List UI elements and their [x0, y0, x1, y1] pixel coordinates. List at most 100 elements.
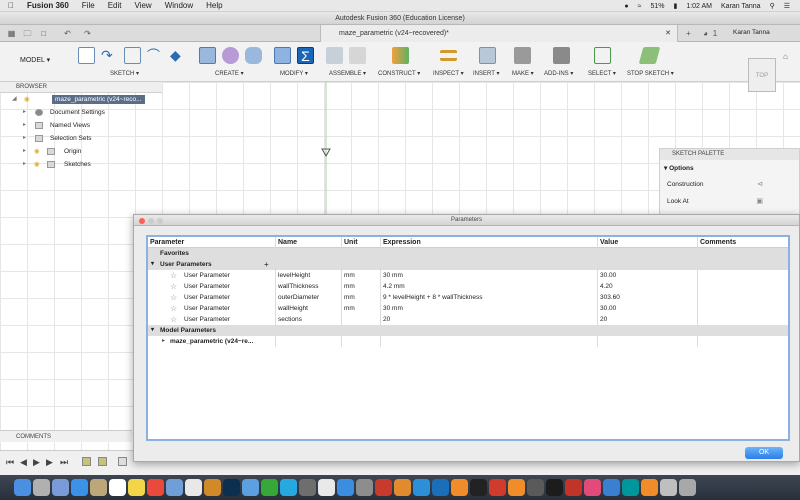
group-sketch[interactable]: SKETCH ▾ — [110, 70, 139, 77]
photoshop-icon[interactable] — [223, 479, 240, 496]
row-comments[interactable] — [698, 281, 792, 292]
group-construct[interactable]: CONSTRUCT ▾ — [378, 70, 420, 77]
stop-sketch-icon[interactable] — [638, 47, 661, 64]
measure-icon[interactable] — [440, 50, 457, 61]
table-row[interactable]: ☆ User Parameter outerDiameter mm 9 * le… — [148, 292, 788, 303]
expand-icon[interactable]: ▸ — [23, 145, 26, 158]
first-step-icon[interactable]: ⏮ — [6, 457, 14, 468]
menu-app-name[interactable]: Fusion 360 — [27, 1, 69, 10]
header-parameter[interactable]: Parameter — [148, 237, 276, 248]
row-unit[interactable] — [342, 314, 381, 325]
table-row[interactable]: ☆ User Parameter wallHeight mm 30 mm 30.… — [148, 303, 788, 314]
search-icon[interactable]: ⚲ — [770, 2, 775, 10]
scripts-icon[interactable] — [553, 47, 570, 64]
table-row[interactable]: ☆ User Parameter levelHeight mm 30 mm 30… — [148, 270, 788, 281]
row-comments[interactable] — [698, 314, 792, 325]
list-icon[interactable]: ☰ — [784, 2, 790, 10]
palette-row-construction[interactable]: Construction ⊲ — [660, 176, 799, 193]
sourcetree-icon[interactable] — [394, 479, 411, 496]
autocad-icon[interactable] — [375, 479, 392, 496]
fusion-dock-icon-3[interactable] — [641, 479, 658, 496]
fusion-dock-icon-2[interactable] — [508, 479, 525, 496]
browser-item-sketches[interactable]: ▸ ◉ Sketches — [0, 158, 162, 171]
fusion-dock-icon[interactable] — [451, 479, 468, 496]
app-store-icon[interactable] — [337, 479, 354, 496]
header-name[interactable]: Name — [276, 237, 342, 248]
plane-icon[interactable] — [392, 47, 409, 64]
comments-panel[interactable]: COMMENTS — [0, 430, 132, 442]
palette-row-look-at[interactable]: Look At ▣ — [660, 193, 799, 210]
as-built-joint-icon[interactable] — [349, 47, 366, 64]
downloads-icon[interactable] — [660, 479, 677, 496]
row-expression[interactable]: 9 * levelHeight + 8 * wallThickness — [381, 292, 598, 303]
calendar-icon[interactable] — [109, 479, 126, 496]
account-name[interactable]: Karan Tanna — [733, 29, 770, 36]
grid-icon[interactable]: ▦ — [6, 28, 17, 39]
lightbulb-icon[interactable]: ◉ — [24, 93, 30, 106]
row-name[interactable]: wallHeight — [276, 303, 342, 314]
system-prefs-icon[interactable] — [356, 479, 373, 496]
browser-item-named-views[interactable]: ▸ Named Views — [0, 119, 162, 132]
folder-icon[interactable]: 🗀 — [22, 28, 33, 39]
previous-step-icon[interactable]: ◀ — [20, 457, 27, 468]
browser-header[interactable]: BROWSER — [0, 82, 162, 93]
row-name[interactable]: levelHeight — [276, 270, 342, 281]
insert-image-icon[interactable] — [479, 47, 496, 64]
menu-window[interactable]: Window — [165, 1, 193, 10]
row-unit[interactable]: mm — [342, 303, 381, 314]
maximize-icon[interactable] — [157, 218, 163, 224]
cylinder-icon[interactable] — [245, 47, 262, 64]
row-unit[interactable]: mm — [342, 281, 381, 292]
rectangle-icon[interactable] — [124, 47, 141, 64]
sphere-icon[interactable] — [222, 47, 239, 64]
skype-dock-icon[interactable] — [413, 479, 430, 496]
group-create[interactable]: CREATE ▾ — [215, 70, 244, 77]
group-select[interactable]: SELECT ▾ — [588, 70, 616, 77]
row-name[interactable]: outerDiameter — [276, 292, 342, 303]
header-value[interactable]: Value — [598, 237, 698, 248]
row-comments[interactable] — [698, 270, 792, 281]
row-expression[interactable]: 30 mm — [381, 270, 598, 281]
battery-percent[interactable]: 51% — [650, 3, 664, 10]
chrome-icon[interactable] — [147, 479, 164, 496]
close-tab-icon[interactable]: ✕ — [665, 25, 671, 42]
facetime-icon[interactable] — [280, 479, 297, 496]
row-comments[interactable] — [698, 303, 792, 314]
minimize-icon[interactable] — [148, 218, 154, 224]
next-step-icon[interactable]: ▶ — [46, 457, 53, 468]
wifi-icon[interactable]: ≈ — [638, 3, 642, 10]
browser-root[interactable]: ◢ ◉ maze_parametric (v24~reco... — [0, 93, 162, 106]
tab-document[interactable]: maze_parametric (v24~recovered)* ✕ — [320, 25, 678, 42]
messages-icon[interactable] — [261, 479, 278, 496]
siri-icon[interactable] — [52, 479, 69, 496]
workspace-switcher[interactable]: MODEL ▾ — [20, 56, 50, 64]
group-inspect[interactable]: INSPECT ▾ — [433, 70, 464, 77]
photos-icon[interactable] — [242, 479, 259, 496]
home-icon[interactable]: ⌂ — [783, 52, 788, 61]
notes-icon[interactable] — [128, 479, 145, 496]
group-make[interactable]: MAKE ▾ — [512, 70, 534, 77]
add-parameter-button[interactable]: + — [264, 259, 269, 270]
group-modify[interactable]: MODIFY ▾ — [280, 70, 308, 77]
music-icon[interactable] — [299, 479, 316, 496]
options-section[interactable]: ▾ Options — [660, 160, 799, 176]
terminal-icon[interactable] — [470, 479, 487, 496]
redo-icon[interactable]: ↷ — [82, 28, 93, 39]
group-insert[interactable]: INSERT ▾ — [473, 70, 499, 77]
timeline-sketch-icon[interactable] — [82, 457, 91, 466]
row-unit[interactable]: mm — [342, 292, 381, 303]
row-name[interactable]: sections — [276, 314, 342, 325]
menu-file[interactable]: File — [82, 1, 95, 10]
table-row[interactable]: ☆ User Parameter wallThickness mm 4.2 mm… — [148, 281, 788, 292]
row-expression[interactable]: 20 — [381, 314, 598, 325]
user-parameters-group[interactable]: ▾ User Parameters + — [148, 259, 788, 270]
arduino-icon[interactable] — [622, 479, 639, 496]
row-unit[interactable]: mm — [342, 270, 381, 281]
itunes-icon[interactable] — [318, 479, 335, 496]
timeline-feature-icon[interactable] — [118, 457, 127, 466]
view-cube[interactable]: TOP — [748, 58, 776, 92]
model-parameters-item[interactable]: ▸ maze_parametric (v24~re... — [148, 336, 788, 347]
browser-item-origin[interactable]: ▸ ◉ Origin — [0, 145, 162, 158]
ok-button[interactable]: OK — [745, 447, 783, 459]
timeline-sketch-icon[interactable] — [98, 457, 107, 466]
